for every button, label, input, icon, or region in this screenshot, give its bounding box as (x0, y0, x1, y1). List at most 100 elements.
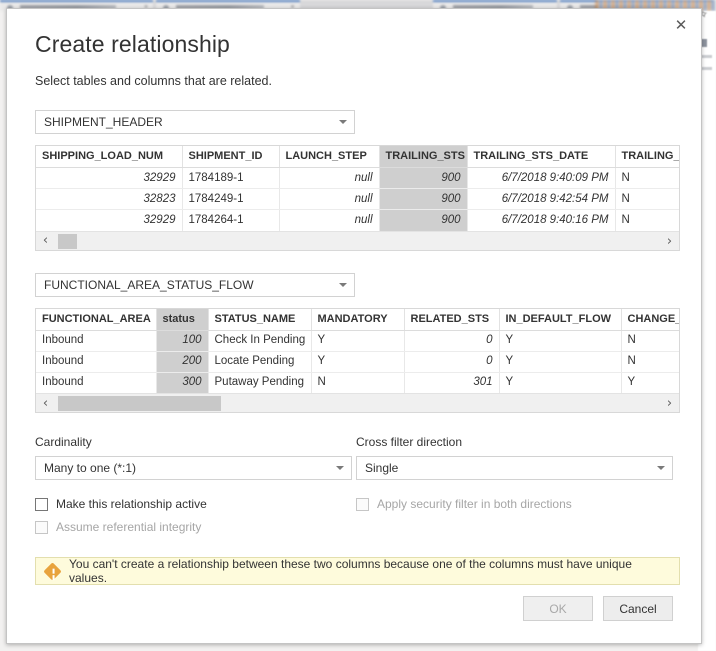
cardinality-group: Cardinality Many to one (*:1) (35, 435, 352, 480)
table-two-col-in-default-flow[interactable]: IN_DEFAULT_FLOW (499, 308, 622, 331)
make-relationship-active-checkbox[interactable]: Make this relationship active (35, 497, 352, 511)
cell-functional-area: Inbound (36, 330, 157, 352)
table-row: 32929 1784189-1 null 900 6/7/2018 9:40:0… (36, 167, 679, 189)
table-one-header-row: SHIPPING_LOAD_NUM SHIPMENT_ID LAUNCH_STE… (36, 146, 679, 168)
cell-status: 300 (156, 372, 209, 393)
table-row: Inbound 300 Putaway Pending N 301 Y Y (36, 372, 679, 393)
table-row: Inbound 200 Locate Pending Y 0 Y N (36, 351, 679, 373)
cell-mandatory: Y (311, 351, 405, 373)
cell-related-sts: 0 (404, 330, 500, 352)
ok-button[interactable]: OK (523, 596, 593, 621)
validation-warning-text: You can't create a relationship between … (69, 557, 632, 585)
scroll-right-icon[interactable]: › (660, 232, 679, 250)
table-one-col-shipping-load-num[interactable]: SHIPPING_LOAD_NUM (36, 146, 183, 168)
dialog-footer: OK Cancel (523, 596, 673, 621)
table-one-dropdown[interactable]: SHIPMENT_HEADER (35, 110, 355, 134)
dialog-subtitle: Select tables and columns that are relat… (35, 74, 272, 88)
cell-status: 200 (156, 351, 209, 373)
table-two-col-related-sts[interactable]: RELATED_STS (404, 308, 500, 331)
checkbox-box (35, 520, 48, 534)
table-two-col-functional-area[interactable]: FUNCTIONAL_AREA (36, 308, 157, 331)
scroll-left-icon[interactable]: ‹ (36, 231, 55, 250)
table-one-col-trailing-sts-date[interactable]: TRAILING_STS_DATE (467, 146, 616, 168)
relationship-options: Cardinality Many to one (*:1) Cross filt… (35, 435, 673, 480)
assume-referential-integrity-checkbox: Assume referential integrity (35, 520, 357, 534)
table-one-horizontal-scrollbar[interactable]: ‹ › (36, 230, 679, 250)
cell-related-sts: 301 (404, 372, 500, 393)
cell-status-name: Putaway Pending (208, 372, 312, 393)
cell-trailing-sts-date: 6/7/2018 9:42:54 PM (467, 188, 616, 210)
table-row: 32929 1784264-1 null 900 6/7/2018 9:40:1… (36, 209, 679, 231)
table-two-col-change-trunc[interactable]: CHANGE_/ (621, 308, 679, 331)
cell-launch-step: null (279, 188, 380, 210)
cell-status: 100 (156, 330, 209, 352)
warning-icon (43, 561, 62, 581)
cell-change-trunc: N (621, 330, 679, 352)
checkbox-row-one: Make this relationship active Apply secu… (35, 497, 673, 511)
table-two-col-status-name[interactable]: STATUS_NAME (208, 308, 312, 331)
table-one-col-launch-step[interactable]: LAUNCH_STEP (279, 146, 380, 168)
chevron-down-icon (339, 282, 347, 287)
table-one-grid: SHIPPING_LOAD_NUM SHIPMENT_ID LAUNCH_STE… (35, 145, 680, 251)
assume-referential-integrity-label: Assume referential integrity (56, 520, 202, 534)
cardinality-value: Many to one (*:1) (44, 461, 137, 475)
dialog-body: Create relationship Select tables and co… (7, 9, 701, 585)
cross-filter-label: Cross filter direction (356, 435, 463, 449)
checkbox-box (356, 497, 369, 511)
cell-shipping-load-num: 32929 (36, 167, 183, 189)
table-one-col-trailing-sts[interactable]: TRAILING_STS (379, 146, 468, 168)
scroll-right-icon[interactable]: › (660, 394, 679, 412)
create-relationship-dialog: ✕ Create relationship Select tables and … (6, 8, 702, 644)
cell-status-name: Check In Pending (208, 330, 312, 352)
scroll-left-icon[interactable]: ‹ (36, 394, 55, 413)
table-two-col-status[interactable]: status (156, 308, 209, 331)
cell-in-default-flow: Y (499, 351, 622, 373)
cell-trailing-sts-date: 6/7/2018 9:40:09 PM (467, 167, 616, 189)
chevron-down-icon (339, 120, 347, 124)
table-two: FUNCTIONAL_AREA status STATUS_NAME MANDA… (36, 308, 679, 393)
cardinality-dropdown[interactable]: Many to one (*:1) (35, 456, 352, 480)
cell-trailing-sts-trunc: N (615, 209, 679, 231)
cell-trailing-sts: 900 (379, 209, 468, 231)
table-two-grid: FUNCTIONAL_AREA status STATUS_NAME MANDA… (35, 307, 680, 413)
dialog-title: Create relationship (35, 31, 230, 57)
cell-shipping-load-num: 32823 (36, 188, 183, 210)
checkbox-box[interactable] (35, 497, 48, 511)
cell-launch-step: null (279, 209, 380, 231)
apply-security-filter-label: Apply security filter in both directions (377, 497, 572, 511)
cell-shipment-id: 1784189-1 (182, 167, 280, 189)
table-two-dropdown[interactable]: FUNCTIONAL_AREA_STATUS_FLOW (35, 272, 355, 297)
cell-launch-step: null (279, 167, 380, 189)
cell-functional-area: Inbound (36, 372, 157, 393)
table-row: 32823 1784249-1 null 900 6/7/2018 9:42:5… (36, 188, 679, 210)
cell-in-default-flow: Y (499, 372, 622, 393)
cell-shipment-id: 1784264-1 (182, 209, 280, 231)
cell-mandatory: Y (311, 330, 405, 352)
table-one-col-shipment-id[interactable]: SHIPMENT_ID (182, 146, 280, 168)
close-dialog-button[interactable]: ✕ (667, 13, 695, 37)
cross-filter-dropdown[interactable]: Single (356, 456, 673, 480)
cardinality-label: Cardinality (35, 435, 92, 449)
cross-filter-value: Single (365, 461, 399, 475)
cell-trailing-sts-trunc: N (615, 167, 679, 189)
table-row: Inbound 100 Check In Pending Y 0 Y N (36, 330, 679, 352)
cell-in-default-flow: Y (499, 330, 622, 352)
cell-shipping-load-num: 32929 (36, 209, 183, 231)
table-two-header-row: FUNCTIONAL_AREA status STATUS_NAME MANDA… (36, 308, 679, 331)
cancel-button[interactable]: Cancel (603, 596, 673, 621)
chevron-down-icon (336, 466, 344, 470)
table-two-col-mandatory[interactable]: MANDATORY (311, 308, 405, 331)
table-two-dropdown-value: FUNCTIONAL_AREA_STATUS_FLOW (44, 277, 254, 292)
validation-warning-banner: You can't create a relationship between … (35, 557, 680, 585)
scrollbar-thumb[interactable] (58, 396, 221, 411)
cell-trailing-sts-trunc: N (615, 188, 679, 210)
table-two-horizontal-scrollbar[interactable]: ‹ › (36, 393, 679, 412)
table-one-col-trailing-sts-trunc[interactable]: TRAILING_STS_ (615, 146, 679, 168)
cell-trailing-sts: 900 (379, 188, 468, 210)
cell-change-trunc: Y (621, 372, 679, 393)
make-relationship-active-label: Make this relationship active (56, 497, 207, 511)
cell-functional-area: Inbound (36, 351, 157, 373)
table-one: SHIPPING_LOAD_NUM SHIPMENT_ID LAUNCH_STE… (36, 146, 679, 231)
cell-trailing-sts: 900 (379, 167, 468, 189)
scrollbar-thumb[interactable] (58, 233, 77, 249)
